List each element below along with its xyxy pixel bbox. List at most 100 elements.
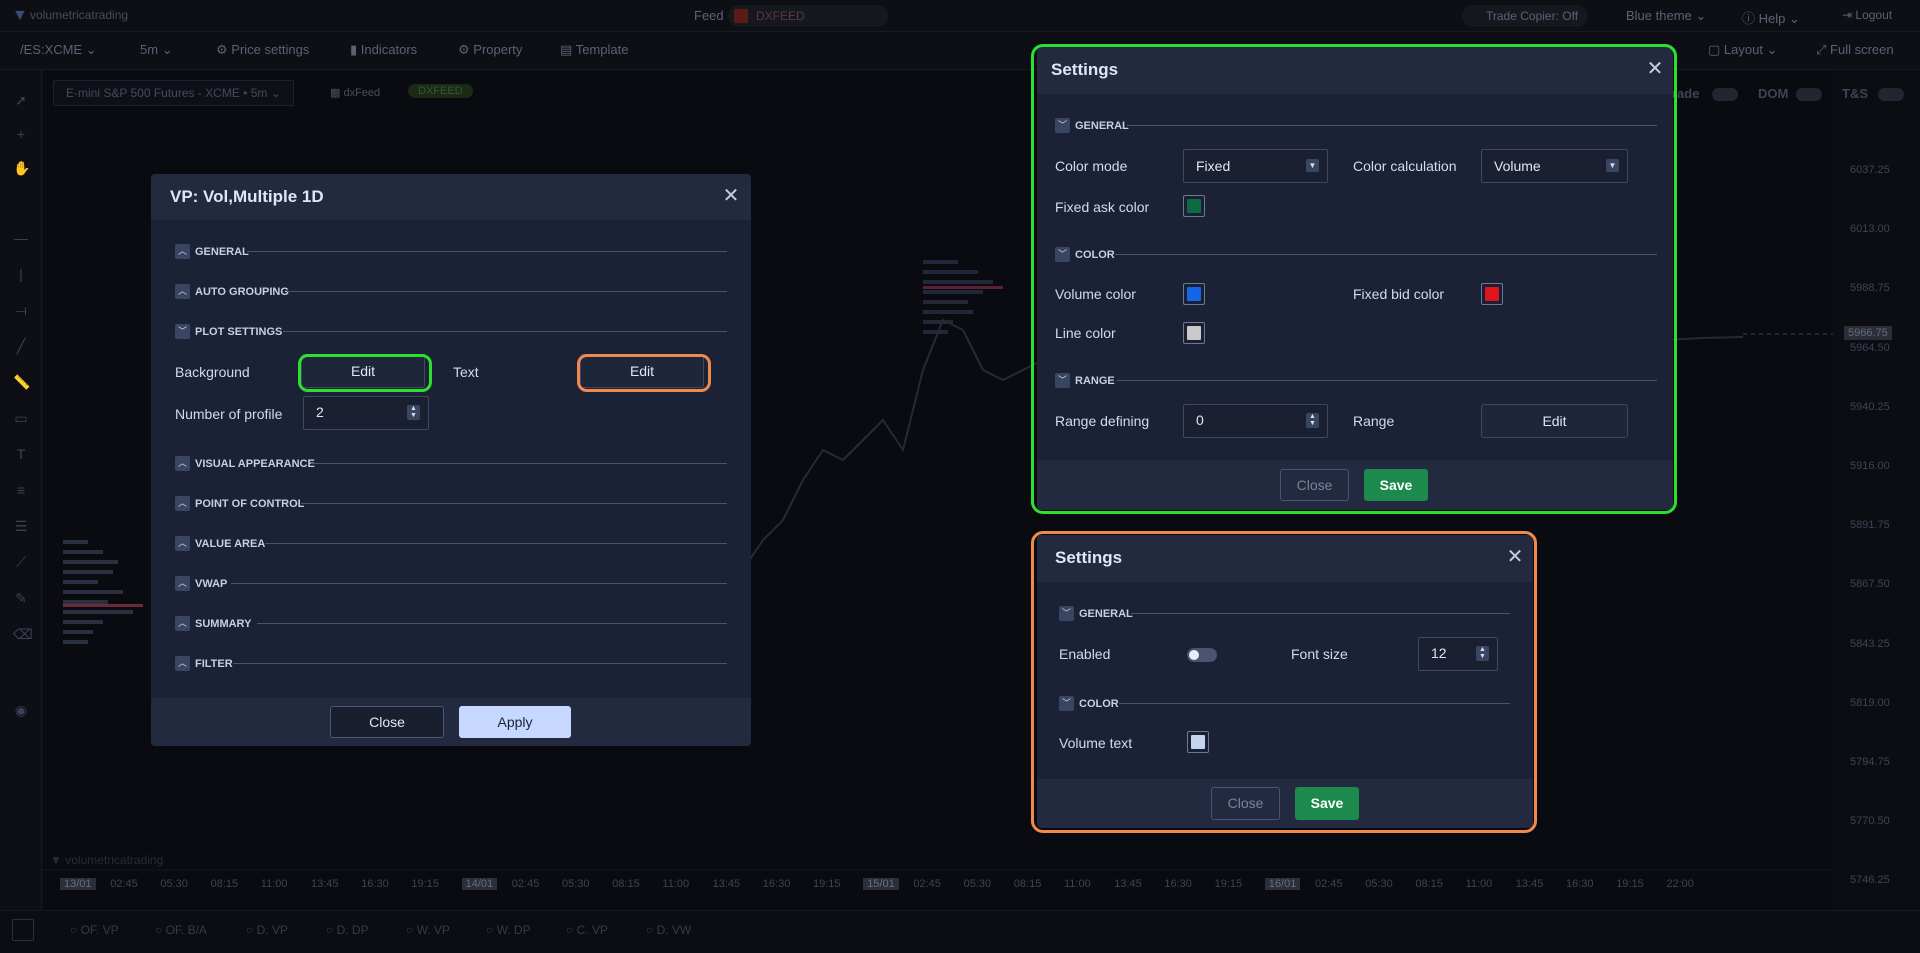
feed-selector[interactable]: DXFEED bbox=[728, 5, 888, 27]
stepper-arrows-icon[interactable]: ▲ ▼ bbox=[407, 405, 420, 420]
save-button[interactable]: Save bbox=[1364, 469, 1428, 501]
bottom-item-of-ba[interactable]: ○ OF. B/A bbox=[155, 923, 207, 937]
section-label: POINT OF CONTROL bbox=[195, 498, 305, 510]
price-settings-button[interactable]: ⚙ Price settings bbox=[216, 42, 309, 58]
section-label: GENERAL bbox=[1079, 608, 1133, 620]
bottom-item-of-vp[interactable]: ○ OF. VP bbox=[70, 923, 119, 937]
bottom-item-d-dp[interactable]: ○ D. DP bbox=[326, 923, 369, 937]
section-vwap[interactable]: ︿ VWAP bbox=[175, 575, 727, 593]
close-icon[interactable]: ✕ bbox=[1645, 59, 1665, 79]
theme-selector[interactable]: Blue theme ⌄ bbox=[1626, 8, 1706, 24]
close-button[interactable]: Close bbox=[1280, 469, 1349, 501]
provider-badge: DXFEED bbox=[408, 84, 473, 98]
close-icon[interactable]: ✕ bbox=[1505, 547, 1525, 567]
section-auto-grouping[interactable]: ︿ AUTO GROUPING bbox=[175, 283, 727, 301]
bottom-item-d-vp[interactable]: ○ D. VP bbox=[246, 923, 288, 937]
close-button[interactable]: Close bbox=[1211, 787, 1280, 820]
measure-icon[interactable]: ⟋ bbox=[13, 554, 29, 570]
time-tick: 19:15 bbox=[813, 878, 841, 890]
ts-toggle[interactable] bbox=[1878, 88, 1904, 101]
hand-icon[interactable]: ✋ bbox=[13, 160, 30, 176]
logout-button[interactable]: ⇥ Logout bbox=[1842, 8, 1892, 22]
stepper-arrows-icon[interactable]: ▲ ▼ bbox=[1476, 646, 1489, 661]
number-of-profile-label: Number of profile bbox=[175, 406, 283, 422]
color-calculation-select[interactable]: Volume ▼ bbox=[1481, 149, 1628, 183]
price-tick: 5916.00 bbox=[1850, 460, 1890, 472]
bottom-item-d-vw[interactable]: ○ D. VW bbox=[646, 923, 691, 937]
fullscreen-button[interactable]: ⤢ Full screen bbox=[1816, 42, 1894, 58]
trade-toggle[interactable] bbox=[1712, 88, 1738, 101]
section-label: VALUE AREA bbox=[195, 538, 266, 550]
section-plot-settings[interactable]: ﹀ PLOT SETTINGS bbox=[175, 323, 727, 341]
panel-toggle-icon[interactable] bbox=[12, 919, 34, 941]
stepper-arrows-icon[interactable]: ▲ ▼ bbox=[1306, 413, 1319, 428]
bottom-item-w-dp[interactable]: ○ W. DP bbox=[486, 923, 531, 937]
pencil-icon[interactable]: ✎ bbox=[13, 590, 29, 606]
rectangle-icon[interactable]: ▭ bbox=[13, 410, 29, 426]
ruler-icon[interactable]: 📏 bbox=[13, 374, 30, 390]
color-mode-select[interactable]: Fixed ▼ bbox=[1183, 149, 1328, 183]
bottom-item-c-vp[interactable]: ○ C. VP bbox=[566, 923, 608, 937]
property-button[interactable]: ⚙ Property bbox=[458, 42, 522, 58]
save-button[interactable]: Save bbox=[1295, 787, 1359, 820]
eye-icon[interactable]: ◉ bbox=[13, 702, 29, 718]
section-summary[interactable]: ︿ SUMMARY bbox=[175, 615, 727, 633]
range-defining-stepper[interactable]: 0 ▲ ▼ bbox=[1183, 404, 1328, 438]
chart-header[interactable]: E-mini S&P 500 Futures - XCME • 5m ⌄ bbox=[53, 80, 294, 106]
section-general[interactable]: ﹀ GENERAL bbox=[1059, 605, 1510, 623]
section-value-area[interactable]: ︿ VALUE AREA bbox=[175, 535, 727, 553]
section-color[interactable]: ﹀ COLOR bbox=[1055, 246, 1657, 264]
help-menu[interactable]: ⓘ Help ⌄ bbox=[1742, 8, 1800, 27]
enabled-toggle[interactable] bbox=[1187, 648, 1217, 662]
section-general[interactable]: ︿ GENERAL bbox=[175, 243, 727, 261]
range-edit-button[interactable]: Edit bbox=[1481, 404, 1628, 438]
section-point-of-control[interactable]: ︿ POINT OF CONTROL bbox=[175, 495, 727, 513]
bottom-item-w-vp[interactable]: ○ W. VP bbox=[406, 923, 450, 937]
provider-icon: ▩ bbox=[330, 87, 341, 99]
dom-toggle[interactable] bbox=[1796, 88, 1822, 101]
apply-button[interactable]: Apply bbox=[459, 706, 571, 738]
chevron-up-icon: ︿ bbox=[175, 656, 190, 671]
expand-icon: ⤢ bbox=[1816, 42, 1827, 57]
channel-icon[interactable]: ☰ bbox=[13, 518, 29, 534]
horizontal-line-icon[interactable]: — bbox=[13, 230, 29, 246]
trendline-icon[interactable]: ╱ bbox=[13, 338, 29, 354]
fixed-bid-color-swatch[interactable] bbox=[1481, 283, 1503, 305]
section-label: VISUAL APPEARANCE bbox=[195, 458, 315, 470]
number-of-profile-stepper[interactable]: 2 ▲ ▼ bbox=[303, 396, 429, 430]
section-color[interactable]: ﹀ COLOR bbox=[1059, 695, 1510, 713]
trade-copier-toggle[interactable]: Trade Copier: Off bbox=[1462, 5, 1588, 27]
template-button[interactable]: ▤ Template bbox=[560, 42, 628, 58]
volume-text-color-swatch[interactable] bbox=[1187, 731, 1209, 753]
text-edit-button[interactable]: Edit bbox=[580, 354, 704, 388]
bottom-item-label: OF. B/A bbox=[165, 923, 207, 937]
close-icon[interactable]: ✕ bbox=[721, 186, 741, 206]
fib-icon[interactable]: ≡ bbox=[13, 482, 29, 498]
timeframe-selector[interactable]: 5m ⌄ bbox=[140, 42, 173, 58]
fixed-ask-color-swatch[interactable] bbox=[1183, 195, 1205, 217]
section-filter[interactable]: ︿ FILTER bbox=[175, 655, 727, 673]
section-range[interactable]: ﹀ RANGE bbox=[1055, 372, 1657, 390]
vertical-line-icon[interactable]: | bbox=[13, 266, 29, 282]
divider bbox=[247, 251, 727, 252]
symbol-selector[interactable]: /ES:XCME ⌄ bbox=[20, 42, 97, 58]
cursor-icon[interactable]: ➚ bbox=[13, 92, 29, 108]
background-edit-button[interactable]: Edit bbox=[301, 354, 425, 388]
price-tick: 6013.00 bbox=[1850, 223, 1890, 236]
crosshair-icon[interactable]: + bbox=[13, 126, 29, 142]
section-general[interactable]: ﹀ GENERAL bbox=[1055, 117, 1657, 135]
time-tick: 16:30 bbox=[762, 878, 791, 890]
text-tool-icon[interactable]: T bbox=[13, 446, 29, 462]
current-price-label: 5966.75 bbox=[1844, 326, 1892, 340]
volume-color-swatch[interactable] bbox=[1183, 283, 1205, 305]
ray-icon[interactable]: ⟞ bbox=[13, 302, 29, 318]
section-visual-appearance[interactable]: ︿ VISUAL APPEARANCE bbox=[175, 455, 727, 473]
indicators-button[interactable]: ▮ Indicators bbox=[350, 42, 417, 58]
layout-selector[interactable]: ▢ Layout ⌄ bbox=[1708, 42, 1778, 58]
line-color-swatch[interactable] bbox=[1183, 322, 1205, 344]
font-size-stepper[interactable]: 12 ▲ ▼ bbox=[1418, 637, 1498, 671]
close-button[interactable]: Close bbox=[330, 706, 444, 738]
eraser-icon[interactable]: ⌫ bbox=[13, 626, 33, 642]
feed-icon bbox=[734, 9, 748, 23]
provider-name: dxFeed bbox=[343, 87, 381, 99]
